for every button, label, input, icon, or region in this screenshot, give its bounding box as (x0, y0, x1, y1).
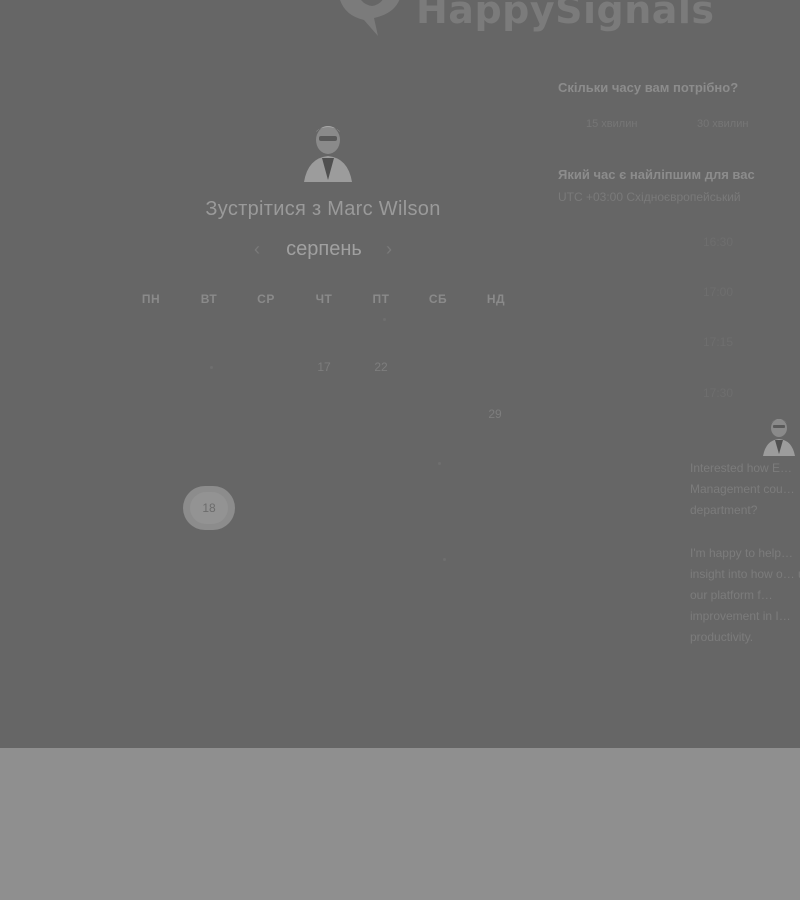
duration-option-15[interactable]: 15 хвилин (586, 118, 637, 130)
time-slot[interactable]: 17:15 (703, 335, 733, 349)
time-slot[interactable]: 17:00 (703, 285, 733, 299)
host-avatar (304, 126, 352, 182)
weekday-wed: СР (257, 292, 275, 306)
calendar-day-marker (438, 462, 441, 465)
speech-bubble-logo-icon (340, 0, 400, 36)
time-slot[interactable]: 17:30 (703, 386, 733, 400)
month-label: серпень (286, 238, 362, 260)
duration-question: Скільки часу вам потрібно? (558, 80, 739, 95)
brand-name: HappySignals (416, 0, 715, 32)
weekday-thu: ЧТ (315, 292, 333, 306)
calendar-day-marker (383, 318, 386, 321)
brand-logo: HappySignals (334, 0, 715, 38)
time-slot[interactable]: 16:30 (703, 235, 733, 249)
calendar-day-selected[interactable]: 18 (183, 486, 235, 530)
weekday-fri: ПТ (372, 292, 390, 306)
calendar-day[interactable]: 29 (478, 406, 512, 422)
page-background (0, 748, 800, 900)
month-navigation: ‹ серпень › (240, 236, 408, 266)
chat-message-2: I'm happy to help… insight into how o… u… (690, 546, 800, 644)
weekday-sat: СБ (428, 292, 448, 306)
meeting-scheduler: HappySignals Зустрітися з Marc Wilson ‹ … (0, 0, 800, 748)
time-question: Який час є найліпшим для вас (558, 167, 755, 182)
calendar-day-marker (210, 366, 213, 369)
calendar-day[interactable]: 17 (307, 359, 341, 375)
selected-day-number: 18 (190, 492, 228, 524)
calendar-day[interactable]: 22 (364, 359, 398, 375)
weekday-mon: ПН (141, 292, 161, 306)
meeting-title: Зустрітися з Marc Wilson (205, 198, 441, 220)
calendar-day-marker (443, 558, 446, 561)
weekday-sun: НД (486, 292, 506, 306)
chat-avatar (763, 419, 795, 456)
chevron-right-icon[interactable]: › (386, 238, 392, 260)
timezone-select[interactable]: UTC +03:00 Східноєвропейський (558, 190, 741, 204)
weekday-tue: ВТ (200, 292, 218, 306)
duration-option-30[interactable]: 30 хвилин (697, 118, 748, 130)
chat-message-1: Interested how E… Management cou… depart… (690, 461, 795, 517)
